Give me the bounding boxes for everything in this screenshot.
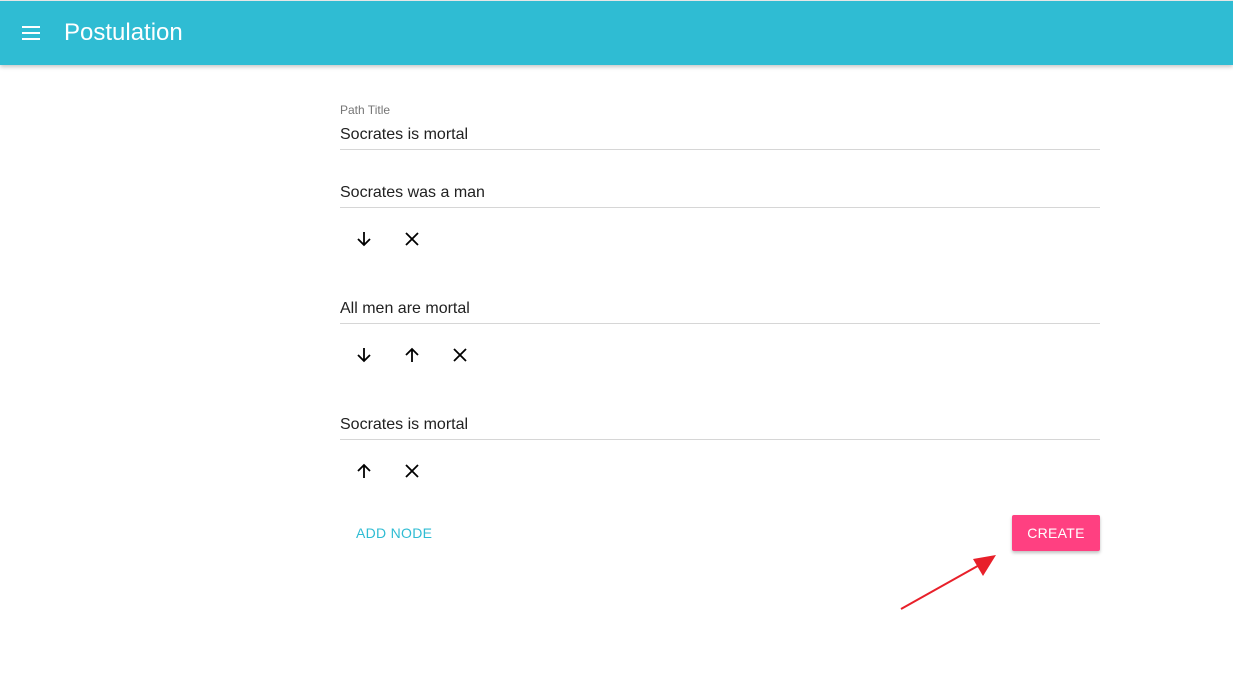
move-up-button[interactable] <box>346 453 382 489</box>
path-title-input[interactable] <box>340 125 1100 145</box>
remove-node-button[interactable] <box>442 337 478 373</box>
move-down-button[interactable] <box>346 337 382 373</box>
path-form: Path Title Socrates is mortal Socrates w… <box>340 65 1100 585</box>
app-title: Postulation <box>64 19 183 46</box>
node-input-3[interactable] <box>340 415 1100 435</box>
close-icon <box>453 348 467 362</box>
node-field-2 <box>340 285 1100 324</box>
node-input-2[interactable] <box>340 299 1100 319</box>
remove-node-button[interactable] <box>394 453 430 489</box>
node-field-3 <box>340 401 1100 440</box>
move-down-button[interactable] <box>346 221 382 257</box>
arrow-up-icon <box>405 347 419 362</box>
menu-button[interactable] <box>14 15 50 51</box>
move-up-button[interactable] <box>394 337 430 373</box>
menu-icon <box>22 26 40 40</box>
app-bar: Postulation <box>0 0 1233 65</box>
node-actions-2 <box>340 337 480 373</box>
node-field-1 <box>340 169 1100 208</box>
create-button[interactable]: CREATE <box>1012 515 1100 551</box>
annotation-arrow <box>900 555 996 610</box>
arrow-down-icon <box>357 348 371 363</box>
close-icon <box>405 232 419 246</box>
node-actions-3 <box>340 453 440 489</box>
close-icon <box>405 464 419 478</box>
path-title-field: Path Title <box>340 103 1100 150</box>
remove-node-button[interactable] <box>394 221 430 257</box>
node-actions-1 <box>340 221 440 257</box>
path-title-label: Path Title <box>340 103 391 117</box>
arrow-up-icon <box>357 463 371 478</box>
arrow-down-icon <box>357 232 371 247</box>
add-node-button[interactable]: ADD NODE <box>346 515 442 551</box>
node-input-1[interactable] <box>340 183 1100 203</box>
